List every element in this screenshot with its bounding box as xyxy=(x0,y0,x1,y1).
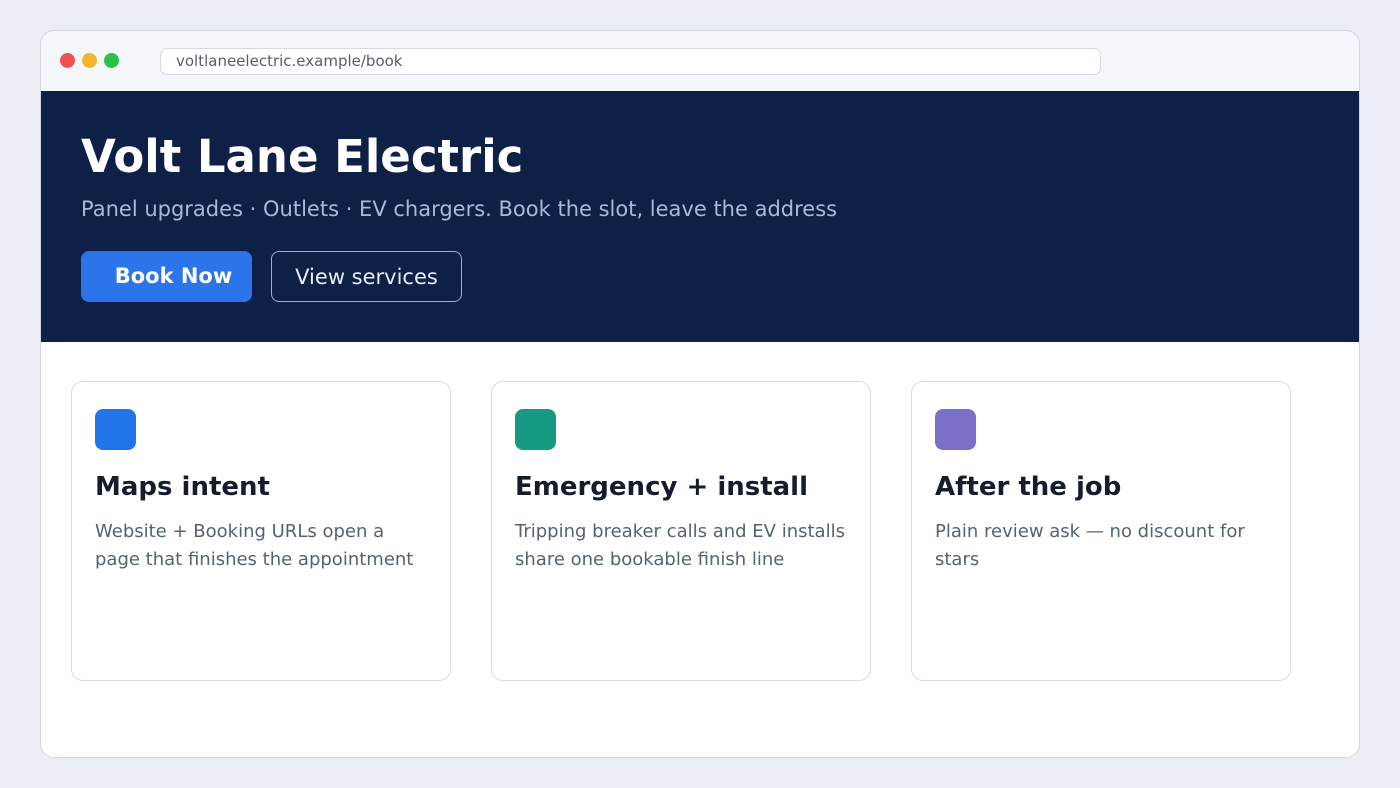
feature-card-emergency-install: Emergency + install Tripping breaker cal… xyxy=(491,381,871,681)
minimize-window-icon[interactable] xyxy=(82,53,97,68)
close-window-icon[interactable] xyxy=(60,53,75,68)
emergency-install-icon xyxy=(515,409,556,450)
hero-subtitle: Panel upgrades · Outlets · EV chargers. … xyxy=(81,197,838,221)
book-now-button[interactable]: Book Now xyxy=(81,251,252,302)
view-services-button[interactable]: View services xyxy=(271,251,462,302)
address-bar[interactable]: voltlaneelectric.example/book xyxy=(160,48,1101,75)
page-title: Volt Lane Electric xyxy=(81,130,524,183)
card-title: Maps intent xyxy=(95,472,270,502)
card-description: Tripping breaker calls and EV installs s… xyxy=(515,521,845,570)
maximize-window-icon[interactable] xyxy=(104,53,119,68)
card-description: Plain review ask — no discount for stars xyxy=(935,521,1245,570)
hero-section: Volt Lane Electric Panel upgrades · Outl… xyxy=(41,91,1359,342)
card-description: Website + Booking URLs open a page that … xyxy=(95,521,414,570)
browser-toolbar: voltlaneelectric.example/book xyxy=(41,31,1359,91)
feature-card-maps-intent: Maps intent Website + Booking URLs open … xyxy=(71,381,451,681)
card-title: After the job xyxy=(935,472,1122,502)
browser-window: voltlaneelectric.example/book Volt Lane … xyxy=(40,30,1360,758)
feature-card-after-the-job: After the job Plain review ask — no disc… xyxy=(911,381,1291,681)
card-title: Emergency + install xyxy=(515,472,809,502)
after-the-job-icon xyxy=(935,409,976,450)
maps-intent-icon xyxy=(95,409,136,450)
